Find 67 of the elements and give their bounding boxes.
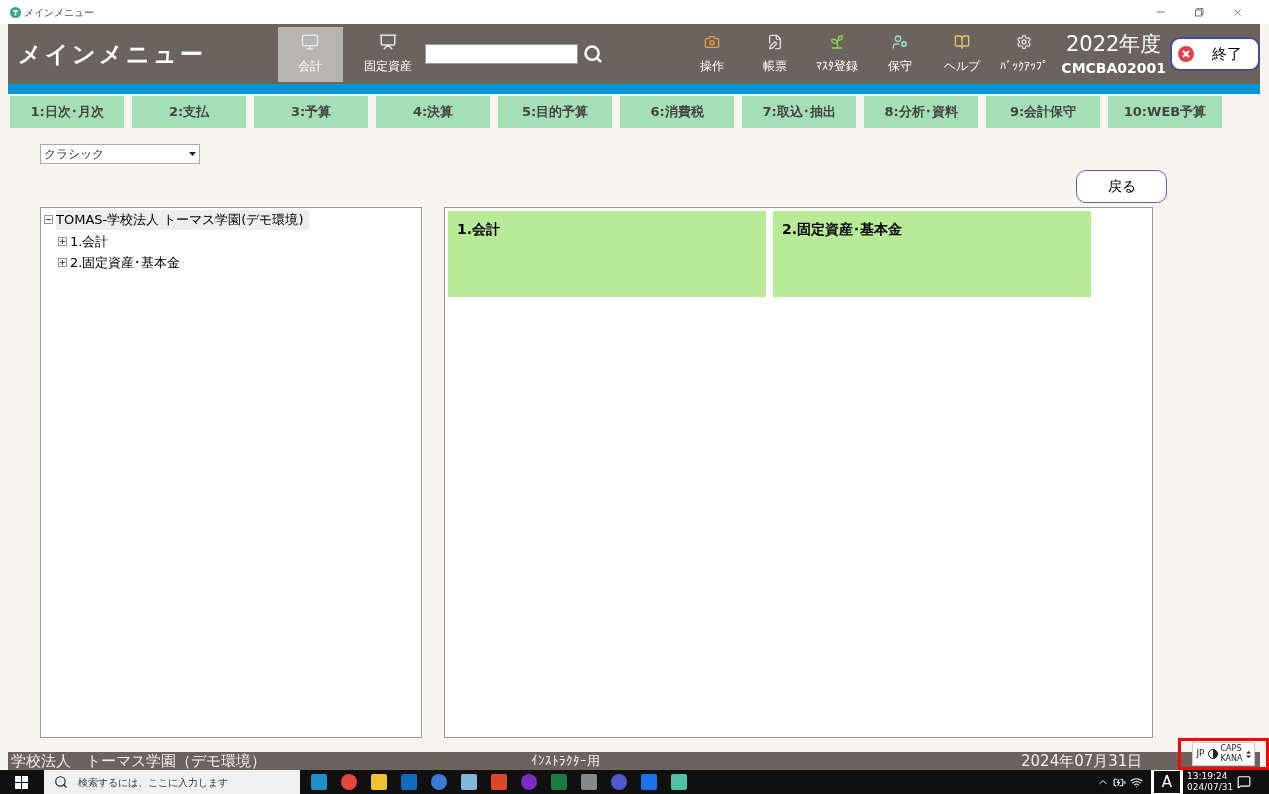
gear-icon: [1016, 33, 1033, 50]
organization-name: 学校法人 トーマス学園（デモ環境）: [11, 752, 267, 770]
close-circle-icon: [1177, 46, 1194, 62]
ime-indicator: KANA: [1220, 754, 1243, 764]
notification-icon[interactable]: [1237, 775, 1251, 789]
menu-tab[interactable]: 1:日次･月次: [10, 96, 124, 128]
tree-item[interactable]: 1.会計: [70, 231, 114, 251]
taskbar-app-icon[interactable]: [340, 773, 358, 791]
toolbar-button[interactable]: 保守: [868, 26, 931, 82]
tree-item[interactable]: 2.固定資産･基本金: [70, 253, 186, 273]
up-down-arrows-icon[interactable]: [1245, 749, 1251, 759]
module-button[interactable]: 固定資産: [354, 26, 421, 82]
toolbar-button[interactable]: 操作: [681, 26, 744, 82]
notepad-icon: [766, 33, 783, 50]
back-button[interactable]: 戻る: [1076, 170, 1167, 203]
search-icon: [54, 775, 68, 789]
toolbar-button[interactable]: ヘルプ: [930, 26, 994, 82]
taskbar-app-icon[interactable]: [310, 773, 328, 791]
ime-indicator[interactable]: JP: [1196, 747, 1205, 761]
expand-icon[interactable]: [58, 236, 67, 246]
search-field[interactable]: [425, 44, 579, 64]
fiscal-year: 2022年度: [1065, 30, 1162, 58]
taskbar-app-icon[interactable]: [670, 773, 688, 791]
camera-icon: [704, 33, 721, 50]
half-circle-icon: [1207, 749, 1218, 759]
menu-tab[interactable]: 6:消費税: [620, 96, 734, 128]
menu-tab[interactable]: 2:支払: [132, 96, 246, 128]
app-logo-icon: [10, 6, 21, 18]
wifi-icon[interactable]: [1130, 775, 1143, 789]
app-title: メインメニュー: [18, 39, 207, 69]
close-icon[interactable]: [1232, 6, 1243, 18]
menu-tab[interactable]: 9:会計保守: [986, 96, 1100, 128]
menu-tab[interactable]: 5:目的予算: [498, 96, 612, 128]
view-dropdown[interactable]: クラシック: [40, 144, 200, 164]
restore-icon[interactable]: [1194, 7, 1204, 17]
menu-tab[interactable]: 8:分析･資料: [864, 96, 978, 128]
search-icon[interactable]: [583, 44, 604, 64]
book-icon: [954, 33, 971, 50]
dropdown-caret-icon: [189, 152, 196, 156]
taskbar-app-icon[interactable]: [370, 773, 388, 791]
toolbar-button[interactable]: ﾏｽﾀ登録: [806, 26, 869, 82]
clock-date: 024/07/31: [1187, 782, 1235, 793]
taskbar-app-icon[interactable]: [580, 773, 598, 791]
window-title: メインメニュー: [24, 5, 94, 20]
menu-tile[interactable]: 2.固定資産･基本金: [773, 211, 1091, 297]
tree-item[interactable]: TOMAS-学校法人 トーマス学園(デモ環境): [56, 210, 309, 230]
taskbar-search-field[interactable]: 検索するには、ここに入力します: [44, 770, 300, 794]
user-type: ｲﾝｽﾄﾗｸﾀｰ用: [531, 752, 601, 770]
input-mode-indicator[interactable]: A: [1151, 770, 1183, 794]
clock-time: 13:19:24: [1187, 771, 1229, 782]
user-gear-icon: [891, 33, 908, 50]
menu-tab[interactable]: 3:予算: [254, 96, 368, 128]
expand-icon[interactable]: [58, 258, 67, 268]
ime-indicator: CAPS: [1220, 744, 1243, 754]
sprout-icon: [829, 33, 846, 50]
taskbar-app-icon[interactable]: [460, 773, 478, 791]
collapse-icon[interactable]: [44, 215, 53, 225]
exit-button[interactable]: 終了: [1169, 37, 1260, 71]
windows-start-icon[interactable]: [15, 775, 28, 789]
menu-tile[interactable]: 1.会計: [448, 211, 766, 297]
program-code: CMCBA02001: [1061, 58, 1167, 78]
status-date: 2024年07月31日: [1021, 752, 1143, 770]
menu-tab[interactable]: 10:WEB予算: [1108, 96, 1222, 128]
toolbar-button[interactable]: 帳票: [743, 26, 806, 82]
toolbar-button[interactable]: ﾊﾞｯｸｱｯﾌﾟ: [993, 26, 1056, 82]
menu-tab[interactable]: 7:取込･抽出: [742, 96, 856, 128]
menu-tab[interactable]: 4:決算: [376, 96, 490, 128]
